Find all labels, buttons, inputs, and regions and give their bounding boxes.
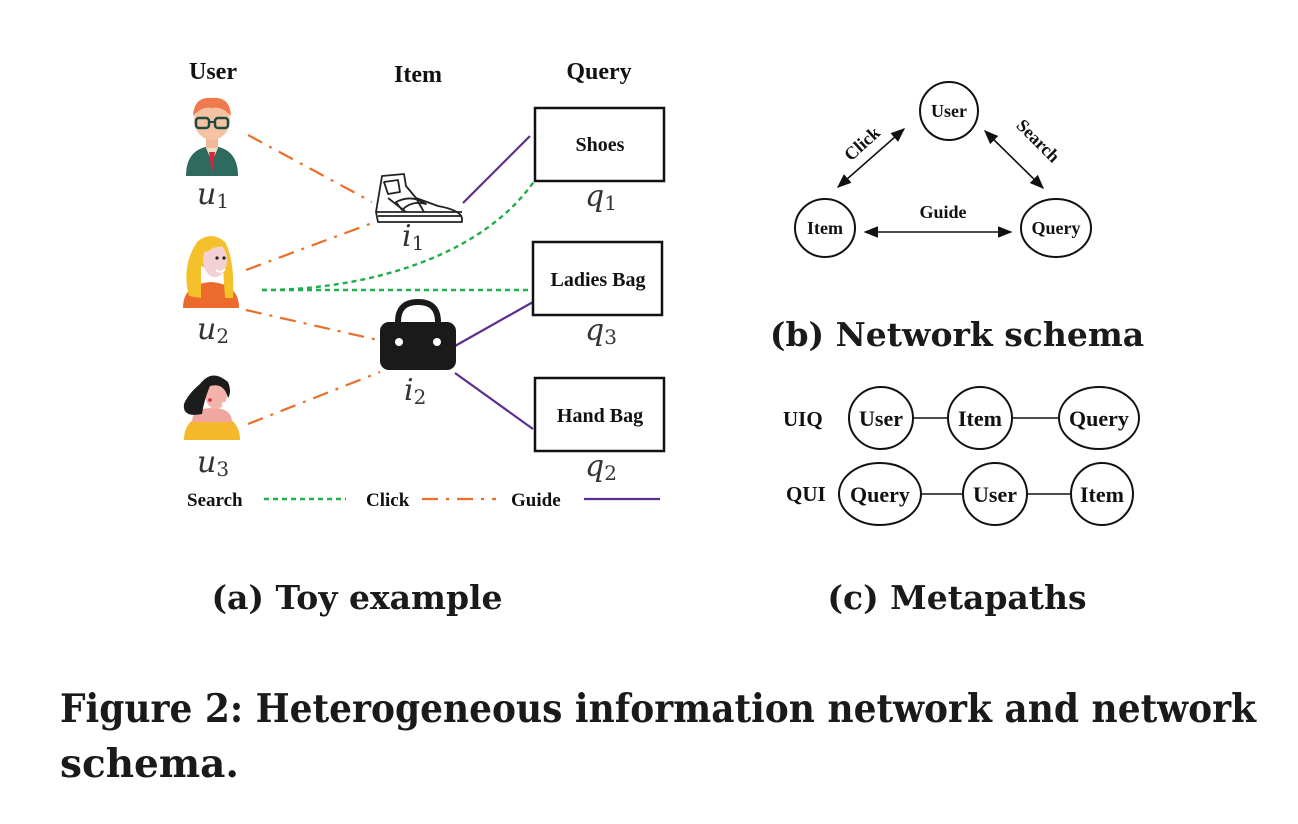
schema-guide-label: Guide	[919, 202, 966, 222]
query-q2-text: Hand Bag	[557, 405, 643, 427]
user-u2-label: u2	[197, 312, 229, 348]
query-q3-text: Ladies Bag	[550, 269, 645, 291]
handbag-icon	[380, 298, 456, 370]
query-q3: Ladies Bag	[531, 240, 664, 317]
click-edge-u2-i2	[245, 308, 379, 342]
legend-guide-label: Guide	[511, 490, 561, 511]
figure-2: User Item Query u1 u2 u3 i1 i2 Shoes q1 …	[60, 59, 1257, 787]
user-column-header: User	[189, 59, 237, 85]
click-edge-u2-i1	[245, 220, 376, 272]
schema-click-label: Click	[840, 122, 884, 164]
guide-edge-i2-q3	[454, 301, 534, 347]
item-column-header: Item	[394, 62, 442, 88]
network-schema-panel: User Item Query Click Search Guide (b) N…	[770, 81, 1144, 354]
metapath-uiq-node-1-label: User	[859, 406, 903, 431]
schema-node-user-label: User	[931, 101, 967, 121]
toy-example-caption: (a) Toy example	[211, 578, 502, 617]
figure-caption-line-2: schema.	[60, 741, 239, 787]
user-u1-avatar	[186, 97, 238, 176]
metapath-uiq-node-3-label: Query	[1069, 406, 1129, 431]
metapath-uiq-node-2-label: Item	[958, 406, 1002, 431]
query-column-header: Query	[566, 59, 631, 85]
toy-example-panel: User Item Query u1 u2 u3 i1 i2 Shoes q1 …	[183, 59, 666, 617]
item-i2-label: i2	[404, 373, 426, 409]
network-schema-caption: (b) Network schema	[770, 315, 1144, 354]
query-q1-text: Shoes	[576, 134, 625, 156]
metapath-qui-node-2-label: User	[973, 482, 1017, 507]
metapath-uiq-name: UIQ	[783, 407, 823, 431]
query-q1-label: q1	[585, 179, 617, 215]
metapath-qui-node-3-label: Item	[1080, 482, 1124, 507]
sneaker-icon	[375, 173, 463, 223]
metapath-qui: QUI Query User Item	[786, 462, 1134, 526]
guide-edge-i1-q1	[462, 135, 531, 204]
metapaths-caption: (c) Metapaths	[827, 578, 1086, 617]
click-edge-u3-i2	[247, 370, 381, 426]
query-q2: Hand Bag	[533, 376, 666, 453]
schema-node-item-label: Item	[807, 218, 843, 238]
query-q1: Shoes	[533, 106, 666, 183]
figure-caption-line-1: Figure 2: Heterogeneous information netw…	[60, 686, 1257, 732]
schema-search-label: Search	[1013, 115, 1064, 166]
metapath-qui-node-1-label: Query	[850, 482, 910, 507]
item-i1-label: i1	[402, 219, 424, 255]
legend-search-label: Search	[187, 490, 243, 511]
edge-legend: Search Click Guide	[187, 490, 660, 511]
user-u3-label: u3	[197, 445, 229, 481]
user-u3-avatar	[183, 375, 240, 440]
metapaths-panel: UIQ User Item Query QUI Query User Item …	[783, 386, 1140, 617]
guide-edge-i2-q2	[454, 372, 534, 430]
click-edge-u1-i1	[247, 134, 373, 203]
metapath-qui-name: QUI	[786, 482, 826, 506]
schema-node-query-label: Query	[1032, 218, 1081, 238]
query-q2-label: q2	[585, 449, 617, 485]
user-u1-label: u1	[197, 177, 229, 213]
user-u2-avatar	[183, 236, 239, 308]
legend-click-label: Click	[366, 490, 410, 511]
metapath-uiq: UIQ User Item Query	[783, 386, 1140, 450]
query-q3-label: q3	[585, 313, 617, 349]
